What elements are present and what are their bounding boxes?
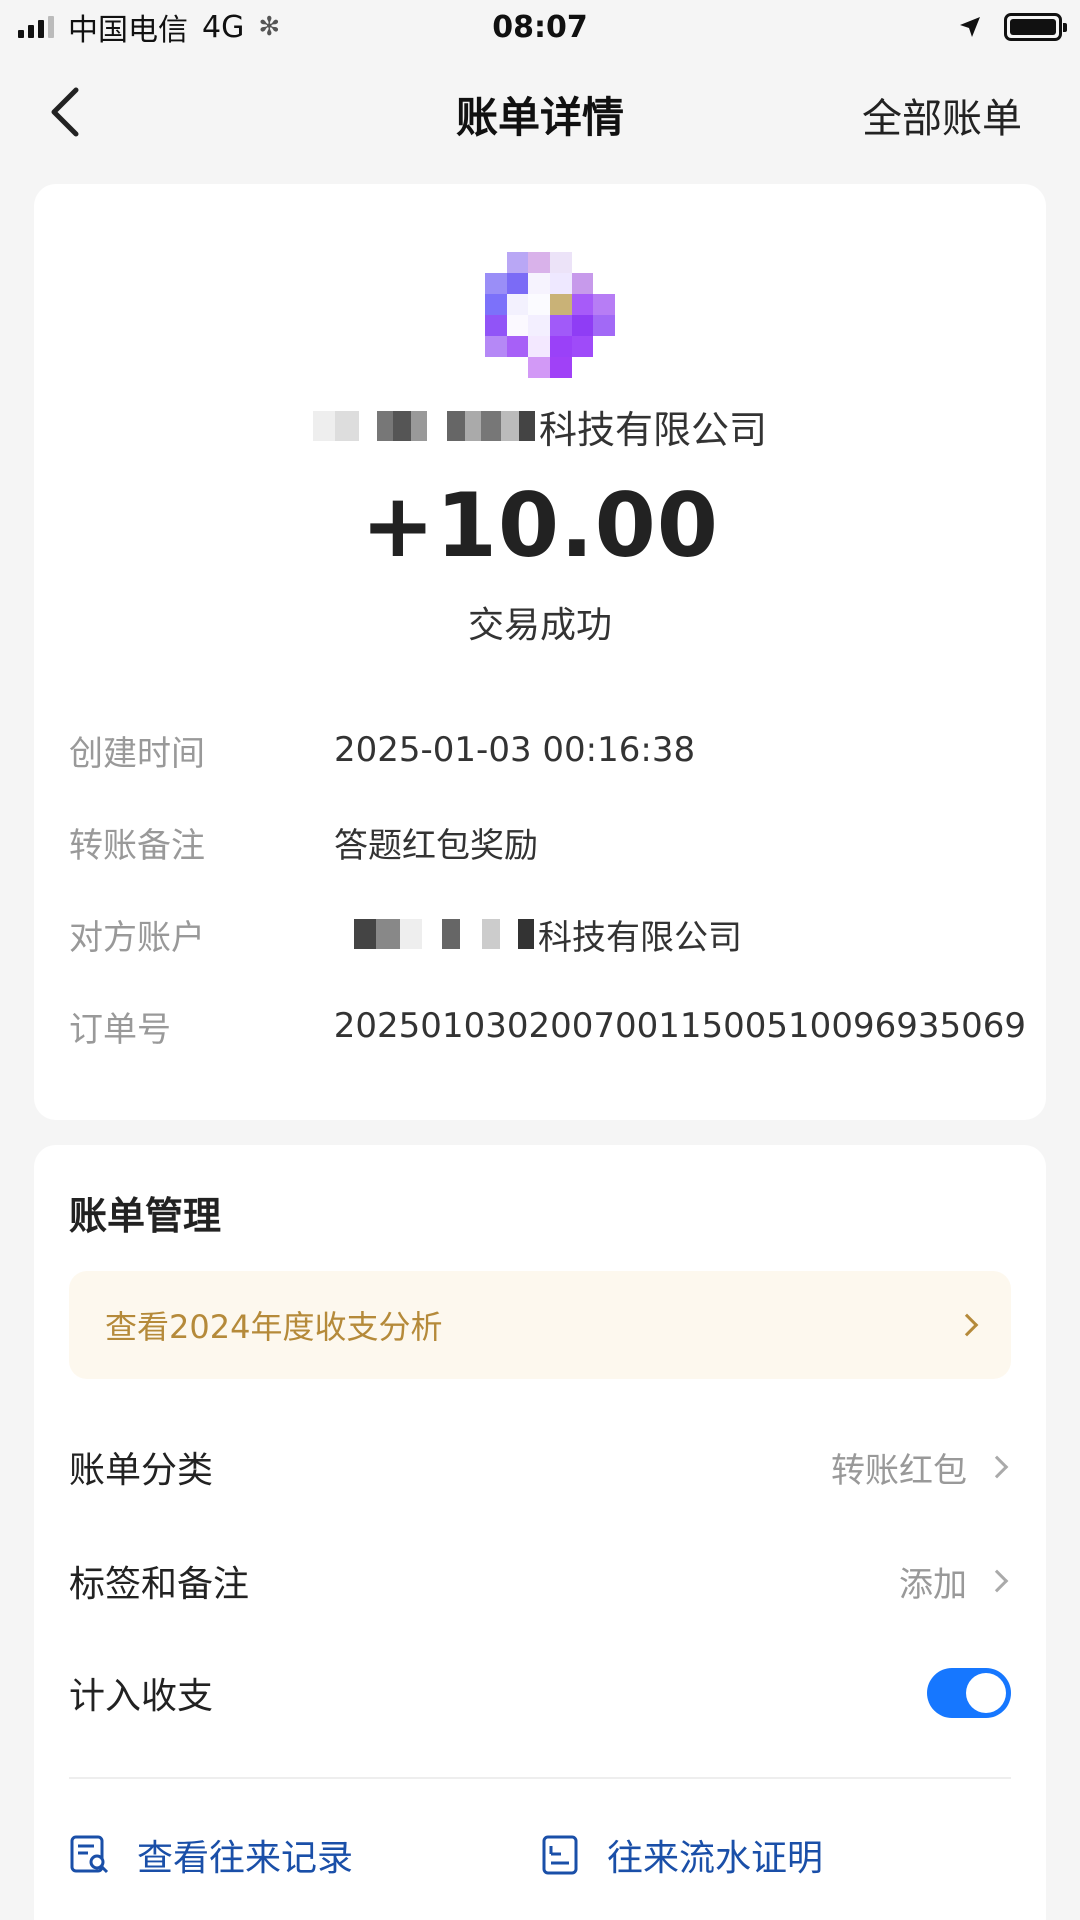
status-bar: 中国电信 4G ✻ 08:07: [0, 0, 1080, 54]
battery-icon: [1004, 13, 1067, 41]
transaction-status: 交易成功: [467, 605, 612, 646]
transaction-card: 科技有限公司 +10.00 交易成功 创建时间 2025-01-03 00:16…: [34, 184, 1046, 1120]
chevron-right-icon: [985, 1569, 1009, 1593]
signal-icon: [18, 16, 54, 38]
order-id-value[interactable]: 20250103020070011500510096935069: [334, 1006, 1026, 1046]
include-in-stats-row: 计入收支: [69, 1653, 1011, 1733]
nav-bar: 账单详情 全部账单: [0, 54, 1080, 168]
toggle-knob: [966, 1673, 1006, 1713]
location-arrow-icon: [960, 17, 980, 37]
masked-text: [354, 912, 534, 956]
record-search-icon: [70, 1835, 109, 1874]
divider: [69, 1777, 1011, 1779]
chevron-right-icon: [985, 1455, 1009, 1479]
loading-icon: ✻: [258, 12, 281, 42]
detail-label: 订单号: [69, 1009, 171, 1050]
masked-text: [312, 404, 535, 448]
detail-row-counterparty: 对方账户 科技有限公司: [69, 904, 1026, 964]
include-in-stats-toggle[interactable]: [927, 1668, 1011, 1718]
setting-value: 添加: [899, 1564, 967, 1605]
detail-row-order-id: 订单号 20250103020070011500510096935069: [69, 996, 1026, 1056]
setting-label: 标签和备注: [69, 1564, 250, 1605]
action-label: 查看往来记录: [137, 1838, 354, 1879]
bill-management-card: 账单管理 查看2024年度收支分析 账单分类 转账红包 标签和备注 添加 计入收…: [34, 1145, 1046, 1920]
detail-label: 转账备注: [69, 825, 205, 866]
annual-analysis-text: 查看2024年度收支分析: [105, 1308, 443, 1346]
merchant-name: 科技有限公司: [34, 396, 1046, 456]
section-title: 账单管理: [69, 1194, 222, 1238]
setting-label: 账单分类: [69, 1450, 214, 1491]
setting-value: 转账红包: [831, 1450, 967, 1491]
counterparty-name-text: 科技有限公司: [538, 917, 742, 958]
detail-value: 科技有限公司: [334, 910, 742, 959]
setting-label: 计入收支: [69, 1676, 214, 1717]
detail-value: 答题红包奖励: [334, 825, 538, 866]
status-right: [958, 13, 1067, 41]
network-label: 4G: [202, 9, 245, 45]
statement-proof-button[interactable]: 往来流水证明: [539, 1815, 823, 1895]
annual-analysis-banner[interactable]: 查看2024年度收支分析: [69, 1271, 1011, 1379]
setting-value-group: 添加: [899, 1557, 1011, 1606]
detail-row-created-time: 创建时间 2025-01-03 00:16:38: [69, 720, 1026, 780]
detail-label: 对方账户: [69, 917, 205, 958]
merchant-name-text: 科技有限公司: [538, 407, 767, 452]
chevron-right-icon: [955, 1313, 979, 1337]
document-icon: [542, 1835, 578, 1875]
detail-row-remark: 转账备注 答题红包奖励: [69, 812, 1026, 872]
detail-label: 创建时间: [69, 733, 205, 774]
merchant-logo: [485, 252, 615, 378]
detail-value: 2025-01-03 00:16:38: [334, 730, 696, 770]
bill-detail-page: 中国电信 4G ✻ 08:07 账单详情 全部账单 科技有限公司 +10.00 …: [0, 0, 1080, 1920]
action-label: 往来流水证明: [607, 1838, 824, 1879]
transaction-amount: +10.00: [360, 474, 720, 577]
all-bills-link[interactable]: 全部账单: [862, 86, 1022, 144]
bill-category-row[interactable]: 账单分类 转账红包: [69, 1427, 1011, 1507]
carrier-label: 中国电信: [68, 13, 188, 48]
view-history-button[interactable]: 查看往来记录: [69, 1815, 353, 1895]
tags-notes-row[interactable]: 标签和备注 添加: [69, 1541, 1011, 1621]
status-left: 中国电信 4G ✻: [18, 5, 280, 49]
setting-value-group: 转账红包: [831, 1443, 1011, 1492]
